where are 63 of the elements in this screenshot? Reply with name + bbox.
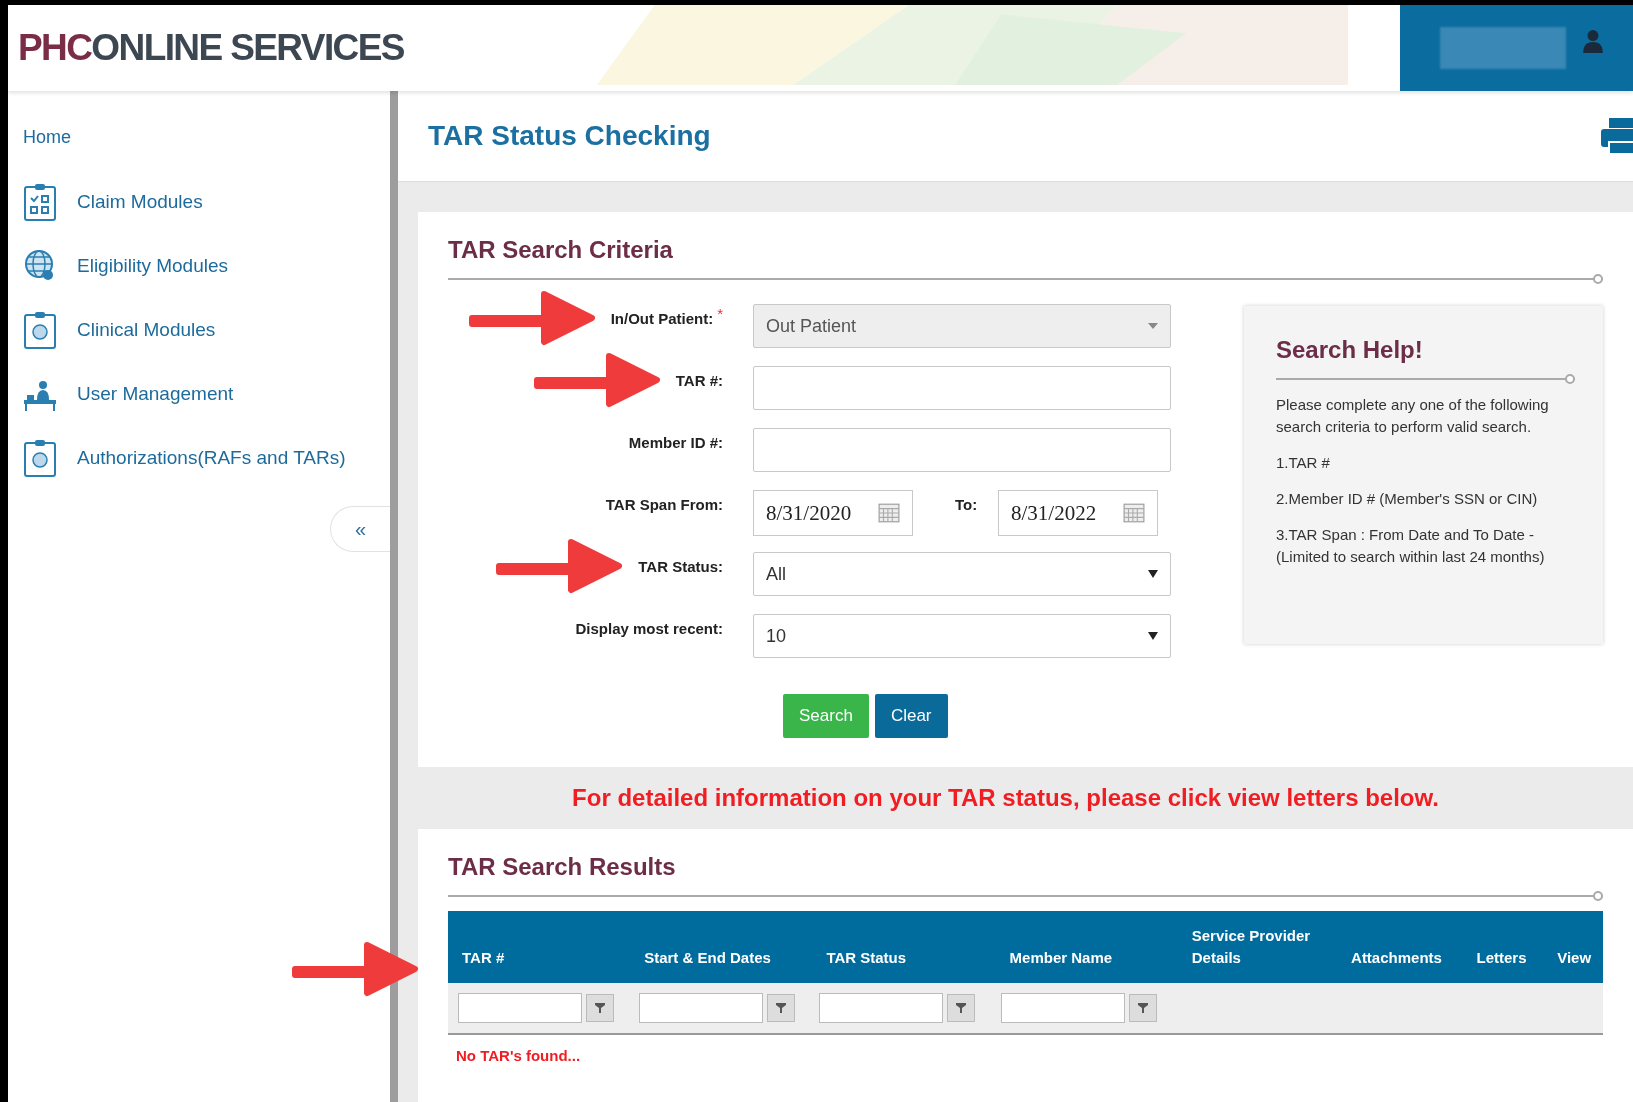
calendar-icon[interactable]	[878, 503, 900, 523]
home-link[interactable]: Home	[23, 127, 71, 148]
filter-field[interactable]	[458, 993, 582, 1023]
filter-button[interactable]	[766, 994, 795, 1022]
field-label: To:	[954, 495, 979, 513]
empty-message: No TAR's found...	[456, 1047, 582, 1064]
input-field[interactable]	[753, 366, 1171, 410]
site-logo[interactable]: PHCONLINE SERVICES	[18, 27, 404, 69]
sidebar-item[interactable]: Eligibility Modules	[23, 246, 228, 286]
filter-field[interactable]	[1000, 993, 1125, 1023]
help-title: Search Help!	[1276, 336, 1424, 364]
field-label: Member ID #:	[628, 434, 723, 453]
column-header[interactable]: TAR Status	[812, 947, 996, 969]
caret-icon	[1148, 323, 1158, 329]
column-header[interactable]: TAR #	[448, 947, 631, 969]
filter-button[interactable]	[947, 994, 976, 1022]
field-label: In/Out Patient:	[610, 310, 714, 329]
caret-icon	[1148, 632, 1158, 640]
field-label: TAR #:	[675, 372, 723, 391]
date-field[interactable]: 8/31/2020	[753, 490, 913, 536]
column-header[interactable]: Service Provider Details	[1177, 925, 1338, 969]
collapse-button[interactable]: «	[330, 506, 390, 552]
date-field[interactable]: 8/31/2022	[998, 490, 1158, 536]
clipboard-icon	[23, 310, 57, 350]
clear-button[interactable]: Clear	[874, 694, 948, 738]
notice-text: For detailed information on your TAR status, please click view letters below.	[571, 783, 1440, 813]
page-title: TAR Status Checking	[428, 120, 711, 152]
sidebar-item[interactable]: User Management	[23, 374, 234, 414]
calendar-icon[interactable]	[1123, 503, 1145, 523]
column-header[interactable]: Letters	[1462, 947, 1544, 969]
select-field[interactable]: All	[753, 552, 1171, 596]
input-field[interactable]	[753, 428, 1171, 472]
filter-icon	[1136, 1002, 1149, 1014]
filter-icon	[774, 1002, 787, 1014]
select-field[interactable]: 10	[753, 614, 1171, 658]
checklist-icon	[23, 182, 57, 222]
field-label: TAR Status:	[638, 558, 723, 577]
caret-icon	[1148, 570, 1158, 578]
help-item: 1.TAR #	[1276, 453, 1331, 473]
printer-icon[interactable]	[1599, 116, 1633, 156]
filter-icon	[955, 1002, 968, 1014]
filter-icon	[594, 1002, 606, 1014]
column-header[interactable]: Start & End Dates	[630, 947, 813, 969]
filter-button[interactable]	[1128, 994, 1157, 1022]
clipboard-icon	[23, 438, 57, 478]
field-label: Display most recent:	[575, 620, 723, 639]
column-header[interactable]: Attachments	[1337, 947, 1463, 969]
filter-button[interactable]	[586, 994, 614, 1022]
sidebar-item[interactable]: Claim Modules	[23, 182, 203, 222]
column-header[interactable]: View	[1543, 947, 1603, 969]
sidebar-item[interactable]: Clinical Modules	[23, 310, 216, 350]
filter-field[interactable]	[819, 993, 944, 1023]
field-label: TAR Span From:	[605, 496, 723, 515]
sidebar-item[interactable]: Authorizations(RAFs and TARs)	[23, 438, 346, 478]
filter-field[interactable]	[638, 993, 763, 1023]
help-item: 2.Member ID # (Member's SSN or CIN)	[1276, 489, 1539, 509]
column-header[interactable]: Member Name	[995, 947, 1178, 969]
help-item: 3.TAR Span : From Date and To Date - (Limited to search within last 24 months)	[1276, 525, 1546, 567]
user-icon[interactable]	[1582, 29, 1604, 53]
help-text: Please complete any one of the following search criteria to perform valid search.	[1276, 395, 1550, 437]
required-mark: *	[717, 305, 723, 324]
section-title: TAR Search Criteria	[448, 236, 674, 264]
section-title: TAR Search Results	[448, 853, 677, 881]
